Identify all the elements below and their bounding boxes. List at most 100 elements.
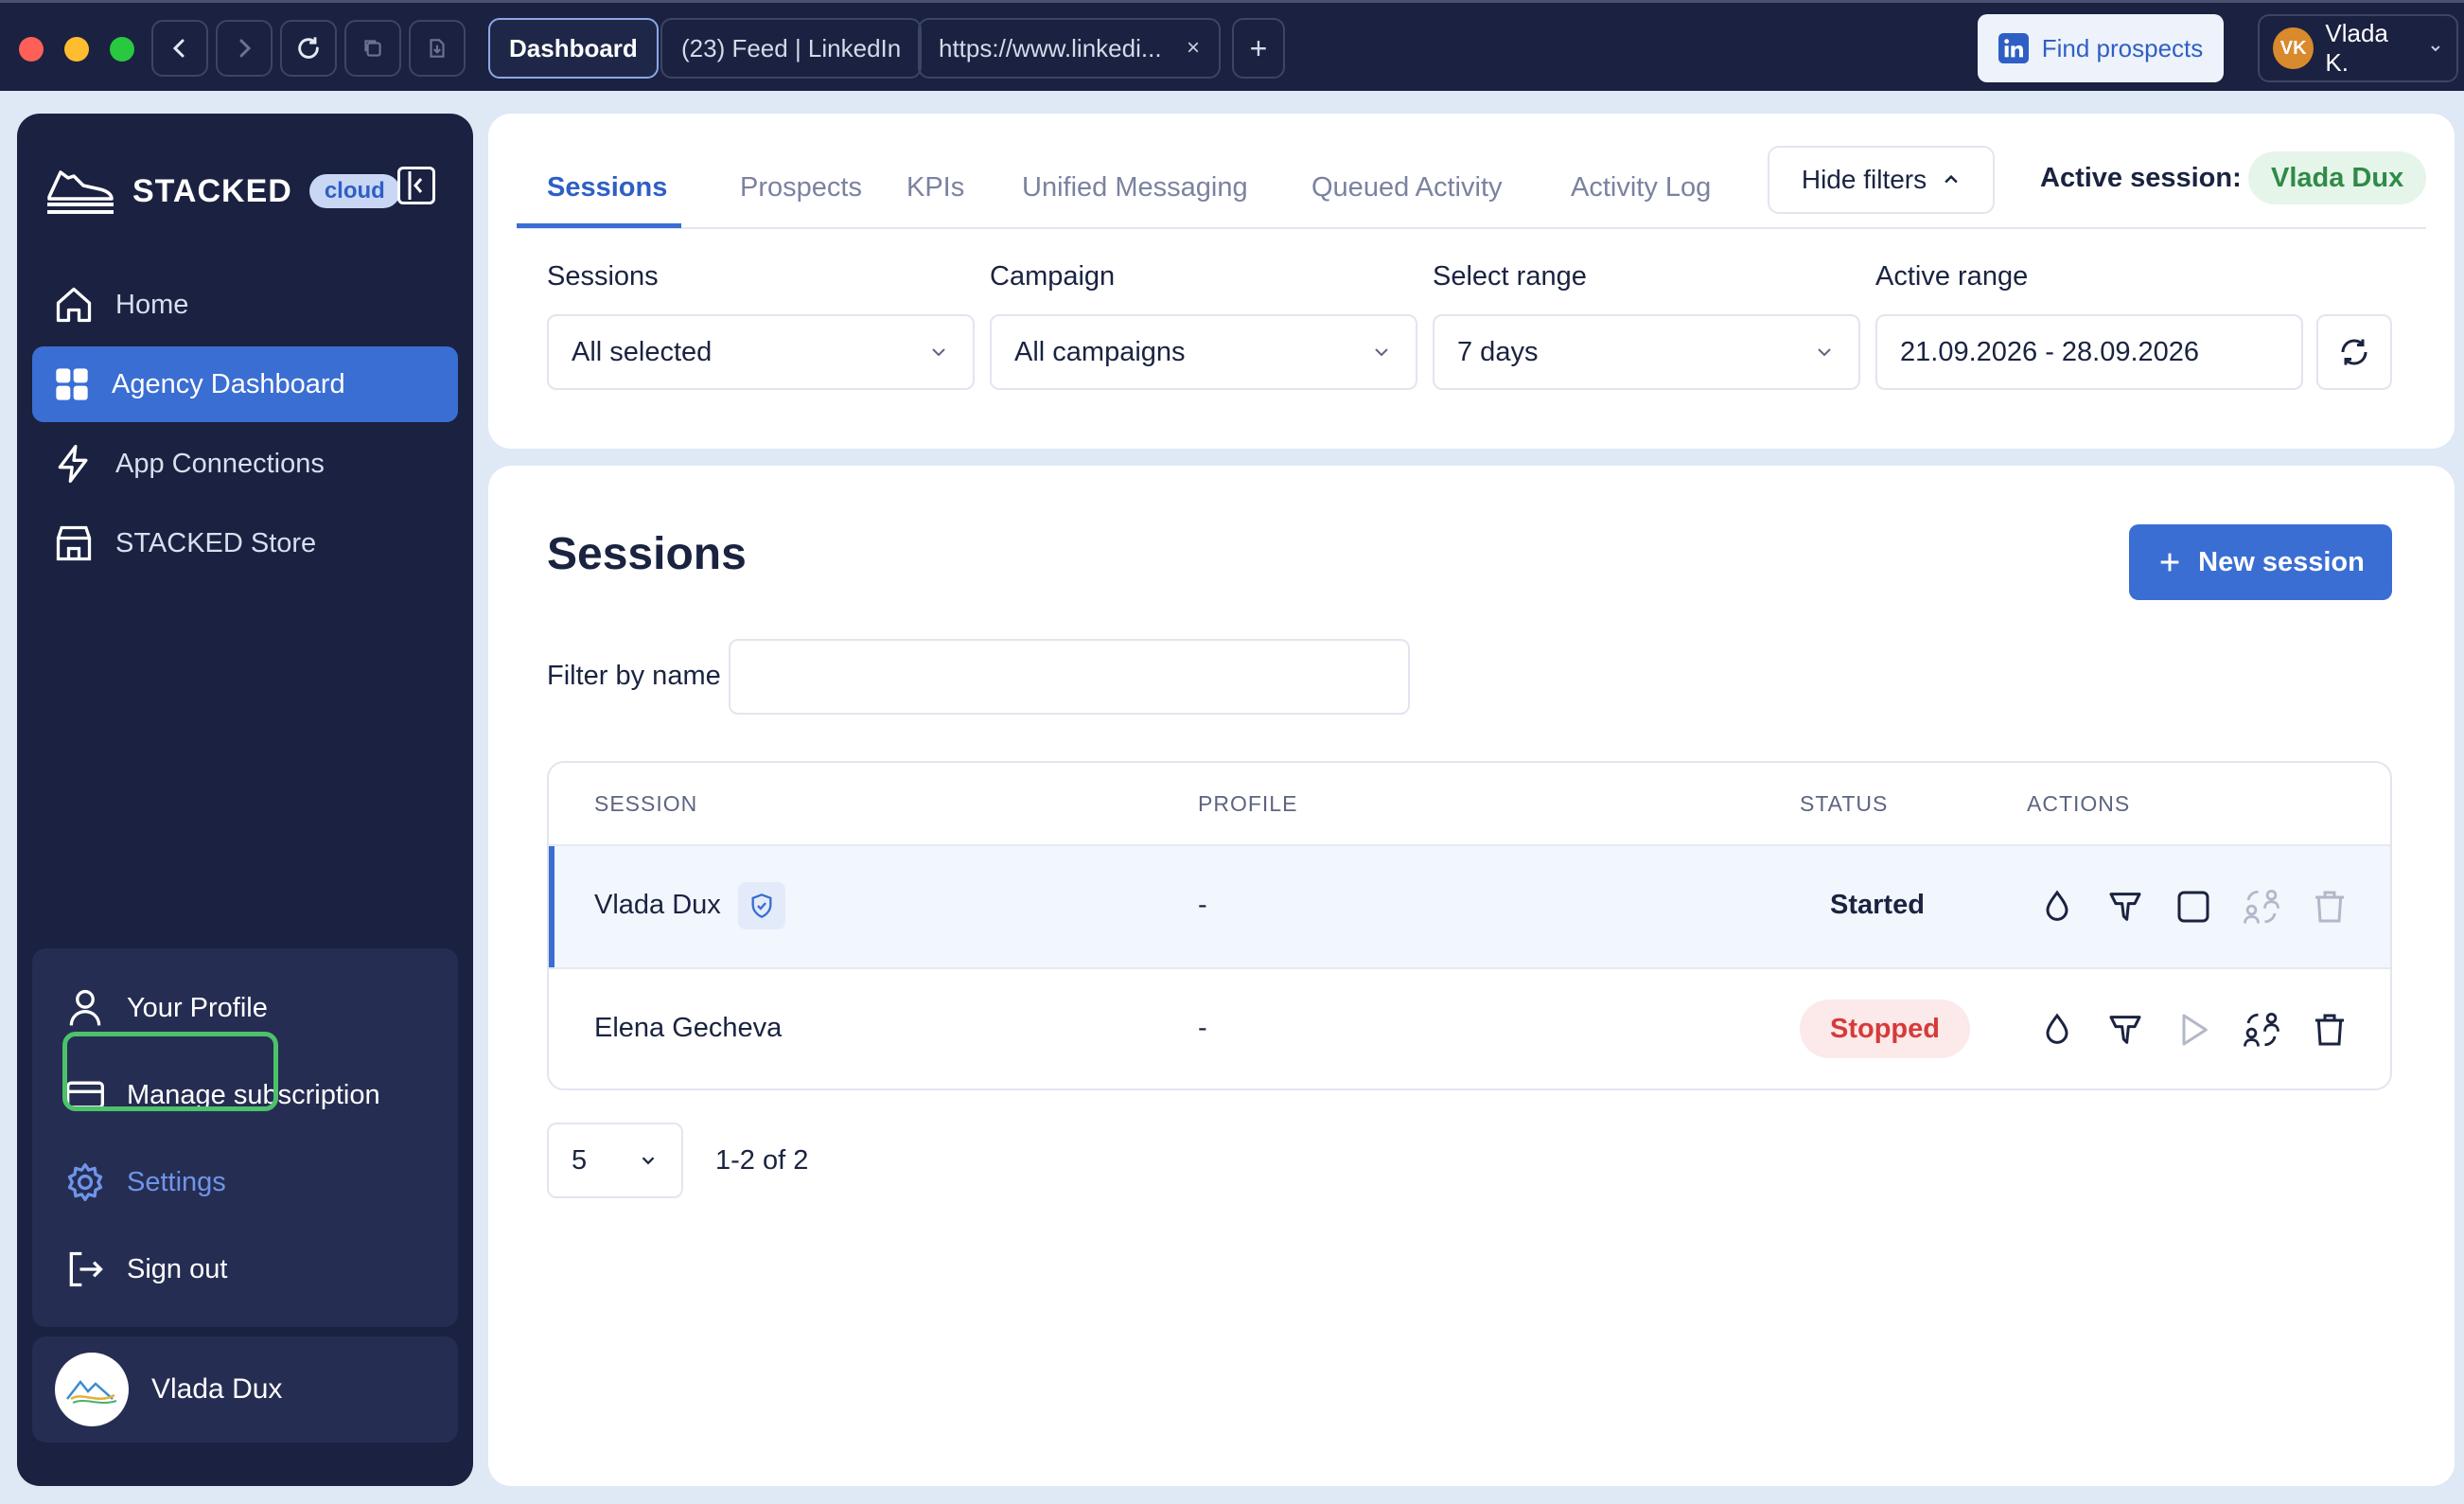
page-size-value: 5: [572, 1144, 588, 1176]
gear-icon: [67, 1163, 103, 1201]
window-close-button[interactable]: [19, 37, 44, 62]
filters-card: Sessions Prospects KPIs Unified Messagin…: [488, 114, 2455, 449]
session-profile: -: [1198, 890, 1207, 920]
campaign-select[interactable]: All campaigns: [990, 314, 1417, 390]
sneaker-logo-icon: [47, 170, 114, 214]
brand-name: STACKED: [132, 172, 292, 209]
sidebar-item-sign-out[interactable]: Sign out: [51, 1230, 227, 1308]
reload-button[interactable]: [280, 20, 337, 77]
sidebar-item-settings[interactable]: Settings: [51, 1143, 226, 1221]
brand-badge: cloud: [308, 174, 400, 208]
chevron-down-icon: [1375, 348, 1388, 357]
column-header-session: SESSION: [594, 791, 698, 816]
delete-session-button: [2307, 884, 2352, 929]
find-prospects-label: Find prospects: [2041, 33, 2204, 62]
start-session-button[interactable]: [2171, 1007, 2216, 1053]
sidebar-item-agency-dashboard[interactable]: Agency Dashboard: [32, 346, 458, 422]
duplicate-tab-button[interactable]: [344, 20, 401, 77]
current-user-card[interactable]: Vlada Dux: [32, 1336, 458, 1442]
tab-unified-messaging[interactable]: Unified Messaging: [1022, 172, 1248, 203]
share-button[interactable]: [409, 20, 466, 77]
new-session-button[interactable]: New session: [2129, 524, 2392, 600]
linkedin-icon: [1998, 33, 2029, 63]
browser-tab-label: Dashboard: [509, 33, 638, 62]
table-row[interactable]: Vlada Dux - Started: [549, 844, 2390, 969]
sidebar-item-label: Settings: [127, 1166, 226, 1197]
filter-by-name-input[interactable]: [729, 639, 1410, 715]
sidebar-item-stacked-store[interactable]: STACKED Store: [32, 505, 458, 581]
browser-tab-linkedin-url[interactable]: https://www.linkedi... ×: [918, 18, 1221, 79]
browser-tab-dashboard[interactable]: Dashboard: [488, 18, 659, 79]
active-shield-badge: [738, 882, 785, 929]
active-session-label: Active session:: [2040, 163, 2242, 193]
sidebar-item-label: Your Profile: [127, 992, 268, 1023]
sidebar-item-label: Agency Dashboard: [112, 368, 345, 399]
hide-filters-button[interactable]: Hide filters: [1768, 146, 1995, 214]
account-menu-panel: Your Profile Manage subscription Setting…: [32, 948, 458, 1327]
sessions-select[interactable]: All selected: [547, 314, 975, 390]
table-row[interactable]: Elena Gecheva - Stopped: [549, 967, 2390, 1088]
avatar: [55, 1353, 129, 1426]
drip-action-button[interactable]: [2034, 1007, 2080, 1053]
select-value: 7 days: [1457, 336, 1539, 367]
tab-sessions[interactable]: Sessions: [547, 172, 667, 203]
tab-close-icon[interactable]: ×: [1187, 35, 1200, 62]
settings-highlight: [62, 1032, 278, 1111]
switch-profile-button[interactable]: [2239, 1007, 2284, 1053]
collapse-sidebar-button[interactable]: [397, 167, 435, 204]
chevron-up-icon: [1945, 174, 1958, 184]
mountain-logo-icon: [66, 1379, 117, 1404]
drop-icon: [2046, 890, 2068, 921]
plus-icon: [2160, 553, 2179, 572]
forward-button[interactable]: [216, 20, 273, 77]
session-name: Elena Gecheva: [594, 1013, 783, 1043]
select-value: All campaigns: [1014, 336, 1186, 367]
window-maximize-button[interactable]: [110, 37, 134, 62]
browser-tab-label: https://www.linkedi...: [939, 33, 1162, 62]
refresh-button[interactable]: [2316, 314, 2392, 390]
tab-prospects[interactable]: Prospects: [740, 172, 862, 203]
sidebar-item-app-connections[interactable]: App Connections: [32, 426, 458, 502]
column-header-actions: ACTIONS: [2027, 791, 2131, 816]
tab-kpis[interactable]: KPIs: [906, 172, 964, 203]
funnel-action-button[interactable]: [2103, 1007, 2148, 1053]
new-tab-button[interactable]: +: [1232, 18, 1285, 79]
store-icon: [56, 525, 92, 561]
browser-user-menu[interactable]: VK Vlada K.: [2258, 14, 2458, 82]
selected-row-indicator: [549, 846, 554, 969]
range-select[interactable]: 7 days: [1433, 314, 1860, 390]
new-session-label: New session: [2198, 546, 2365, 577]
find-prospects-button[interactable]: Find prospects: [1978, 14, 2224, 82]
page-size-select[interactable]: 5: [547, 1123, 683, 1198]
chevron-down-icon: [642, 1157, 655, 1165]
campaign-filter-label: Campaign: [990, 261, 1116, 292]
tab-activity-log[interactable]: Activity Log: [1571, 172, 1711, 203]
pagination-info: 1-2 of 2: [715, 1145, 809, 1176]
delete-session-button[interactable]: [2307, 1007, 2352, 1053]
browser-user-name: Vlada K.: [2325, 19, 2388, 77]
lightning-icon: [58, 445, 88, 483]
range-filter-label: Select range: [1433, 261, 1587, 292]
browser-tab-linkedin-feed[interactable]: (23) Feed | LinkedIn: [660, 18, 923, 79]
sessions-table: SESSION PROFILE STATUS ACTIONS Vlada Dux…: [547, 761, 2392, 1090]
column-header-profile: PROFILE: [1198, 791, 1298, 816]
back-button[interactable]: [151, 20, 208, 77]
copy-icon: [364, 40, 381, 57]
brand-logo[interactable]: STACKED cloud: [45, 165, 400, 218]
window-minimize-button[interactable]: [64, 37, 89, 62]
session-name: Vlada Dux: [594, 890, 721, 920]
drip-action-button[interactable]: [2034, 884, 2080, 929]
reload-icon: [298, 37, 319, 59]
tab-queued-activity[interactable]: Queued Activity: [1311, 172, 1503, 203]
status-badge: Stopped: [1800, 1000, 1970, 1058]
funnel-action-button[interactable]: [2103, 884, 2148, 929]
trash-icon: [2315, 1014, 2344, 1046]
date-range-value: 21.09.2026 - 28.09.2026: [1900, 336, 2200, 367]
active-range-field[interactable]: 21.09.2026 - 28.09.2026: [1875, 314, 2303, 390]
funnel-icon: [2109, 1016, 2141, 1044]
refresh-icon: [2341, 339, 2367, 365]
stop-session-button[interactable]: [2171, 884, 2216, 929]
user-initials-avatar: VK: [2273, 27, 2314, 69]
sidebar-item-home[interactable]: Home: [32, 267, 458, 343]
user-switch-icon: [2244, 889, 2279, 924]
